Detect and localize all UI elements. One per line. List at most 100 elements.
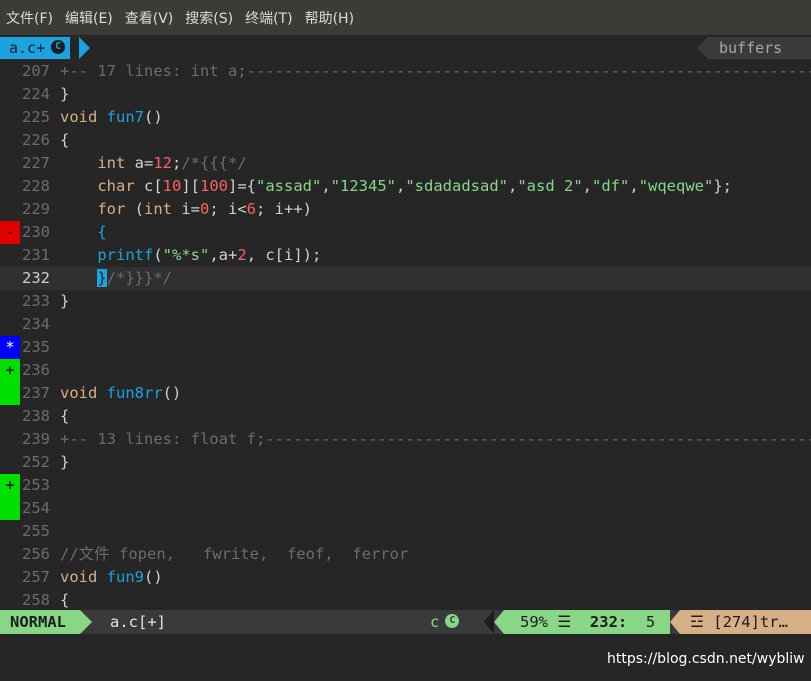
line-number: 225 xyxy=(22,108,50,126)
code-token: fun7 xyxy=(106,108,144,126)
code-token: ( xyxy=(153,246,163,264)
git-sign: + xyxy=(0,474,20,497)
code-line[interactable]: 254 xyxy=(0,497,811,520)
code-text: int a=12;/*{{{*/ xyxy=(60,152,246,175)
code-token: c[ xyxy=(134,177,163,195)
column-number: 5 xyxy=(645,613,656,631)
code-text: } xyxy=(60,451,69,474)
code-line[interactable]: 207 +-- 17 lines: int a;-----------------… xyxy=(0,60,811,83)
code-line[interactable]: 228 char c[10][100]={"assad","12345","sd… xyxy=(0,175,811,198)
tab-active-file[interactable]: a.c+ C xyxy=(0,37,70,59)
code-token: { xyxy=(60,131,70,149)
menu-item[interactable]: 文件(F) xyxy=(0,0,59,36)
code-line[interactable]: 258 { xyxy=(0,589,811,610)
menu-item[interactable]: 编辑(E) xyxy=(59,0,119,36)
code-token: 10 xyxy=(162,177,182,195)
line-number: 254 xyxy=(22,499,50,517)
git-sign: + xyxy=(0,359,20,382)
line-number: 229 xyxy=(22,200,50,218)
c-language-icon: C xyxy=(445,613,460,628)
percent-through-file: 59% xyxy=(520,613,548,631)
code-line[interactable]: 239 +-- 13 lines: float f;---------------… xyxy=(0,428,811,451)
menu-item[interactable]: 搜索(S) xyxy=(179,0,239,36)
line-number: 253 xyxy=(22,476,50,494)
line-number: 226 xyxy=(22,131,50,149)
code-token: , c[i]); xyxy=(246,246,322,264)
line-number: 238 xyxy=(22,407,50,425)
git-sign xyxy=(0,566,20,589)
trailing-whitespace-warning: ☲ [274]tr… xyxy=(680,610,811,634)
code-line[interactable]: 257 void fun9() xyxy=(0,566,811,589)
tab-separator xyxy=(79,37,90,59)
code-line[interactable]: 226 { xyxy=(0,129,811,152)
code-token: 6 xyxy=(246,200,257,218)
menu-item[interactable]: 帮助(H) xyxy=(299,0,360,36)
editor-area[interactable]: 207 +-- 17 lines: int a;-----------------… xyxy=(0,60,811,610)
code-line[interactable]: 232 }/*}}}*/ xyxy=(0,267,811,290)
line-number: 255 xyxy=(22,522,50,540)
code-line[interactable]: 224} xyxy=(0,83,811,106)
line-number: 256 xyxy=(22,545,50,563)
line-number: 228 xyxy=(22,177,50,195)
git-sign xyxy=(0,428,20,451)
code-line[interactable]: 255 xyxy=(0,520,811,543)
git-sign xyxy=(0,106,20,129)
code-line[interactable]: 225 void fun7() xyxy=(0,106,811,129)
buffers-label: buffers xyxy=(708,37,811,59)
git-sign xyxy=(0,129,20,152)
code-line[interactable]: -230 { xyxy=(0,221,811,244)
git-sign xyxy=(0,198,20,221)
code-line[interactable]: 237 void fun8rr() xyxy=(0,382,811,405)
code-text: //文件 fopen, fwrite, feof, ferror xyxy=(60,543,408,566)
code-line[interactable]: 234 xyxy=(0,313,811,336)
code-line[interactable]: 227 int a=12;/*{{{*/ xyxy=(0,152,811,175)
code-token: printf xyxy=(97,246,154,264)
line-number: 233 xyxy=(22,292,50,310)
git-sign xyxy=(0,313,20,336)
code-text: void fun8rr() xyxy=(60,382,181,405)
code-token: , xyxy=(396,177,406,195)
code-token: , xyxy=(508,177,518,195)
code-line[interactable]: 231 printf("%*s",a+2, c[i]); xyxy=(0,244,811,267)
buffers-separator xyxy=(697,37,708,59)
code-text: char c[10][100]={"assad","12345","sdadad… xyxy=(60,175,732,198)
code-token: ]={ xyxy=(228,177,256,195)
code-token: void xyxy=(60,384,98,402)
git-sign xyxy=(0,382,20,405)
code-text: void fun7() xyxy=(60,106,163,129)
code-token: , xyxy=(321,177,331,195)
line-number: 239 xyxy=(22,430,50,448)
code-text: { xyxy=(60,589,69,610)
code-line[interactable]: 233} xyxy=(0,290,811,313)
position-separator xyxy=(494,610,504,634)
code-token: void xyxy=(60,568,98,586)
code-text: +-- 13 lines: float f;------------------… xyxy=(60,428,811,451)
code-token: () xyxy=(144,568,163,586)
menu-item[interactable]: 查看(V) xyxy=(119,0,180,36)
code-line[interactable]: 229 for (int i=0; i<6; i++) xyxy=(0,198,811,221)
code-line[interactable]: 238 { xyxy=(0,405,811,428)
code-line[interactable]: * 235 xyxy=(0,336,811,359)
code-token: ][ xyxy=(181,177,200,195)
code-token: a= xyxy=(125,154,154,172)
code-line[interactable]: 256 //文件 fopen, fwrite, feof, ferror xyxy=(0,543,811,566)
code-token: }; xyxy=(713,177,733,195)
git-sign xyxy=(0,290,20,313)
line-number: 232: xyxy=(589,613,628,631)
trailing-separator xyxy=(670,610,680,634)
filetype-label: c xyxy=(430,613,440,631)
menu-item[interactable]: 终端(T) xyxy=(239,0,298,36)
code-text: }/*}}}*/ xyxy=(60,267,172,290)
code-line[interactable]: +236 xyxy=(0,359,811,382)
code-text: +-- 17 lines: int a;--------------------… xyxy=(60,60,811,83)
code-line[interactable]: +253 xyxy=(0,474,811,497)
code-token: { xyxy=(60,591,70,609)
code-token: for xyxy=(97,200,126,218)
code-token: { xyxy=(60,407,70,425)
git-sign xyxy=(0,589,20,610)
code-token: void xyxy=(60,108,98,126)
code-line[interactable]: 252} xyxy=(0,451,811,474)
